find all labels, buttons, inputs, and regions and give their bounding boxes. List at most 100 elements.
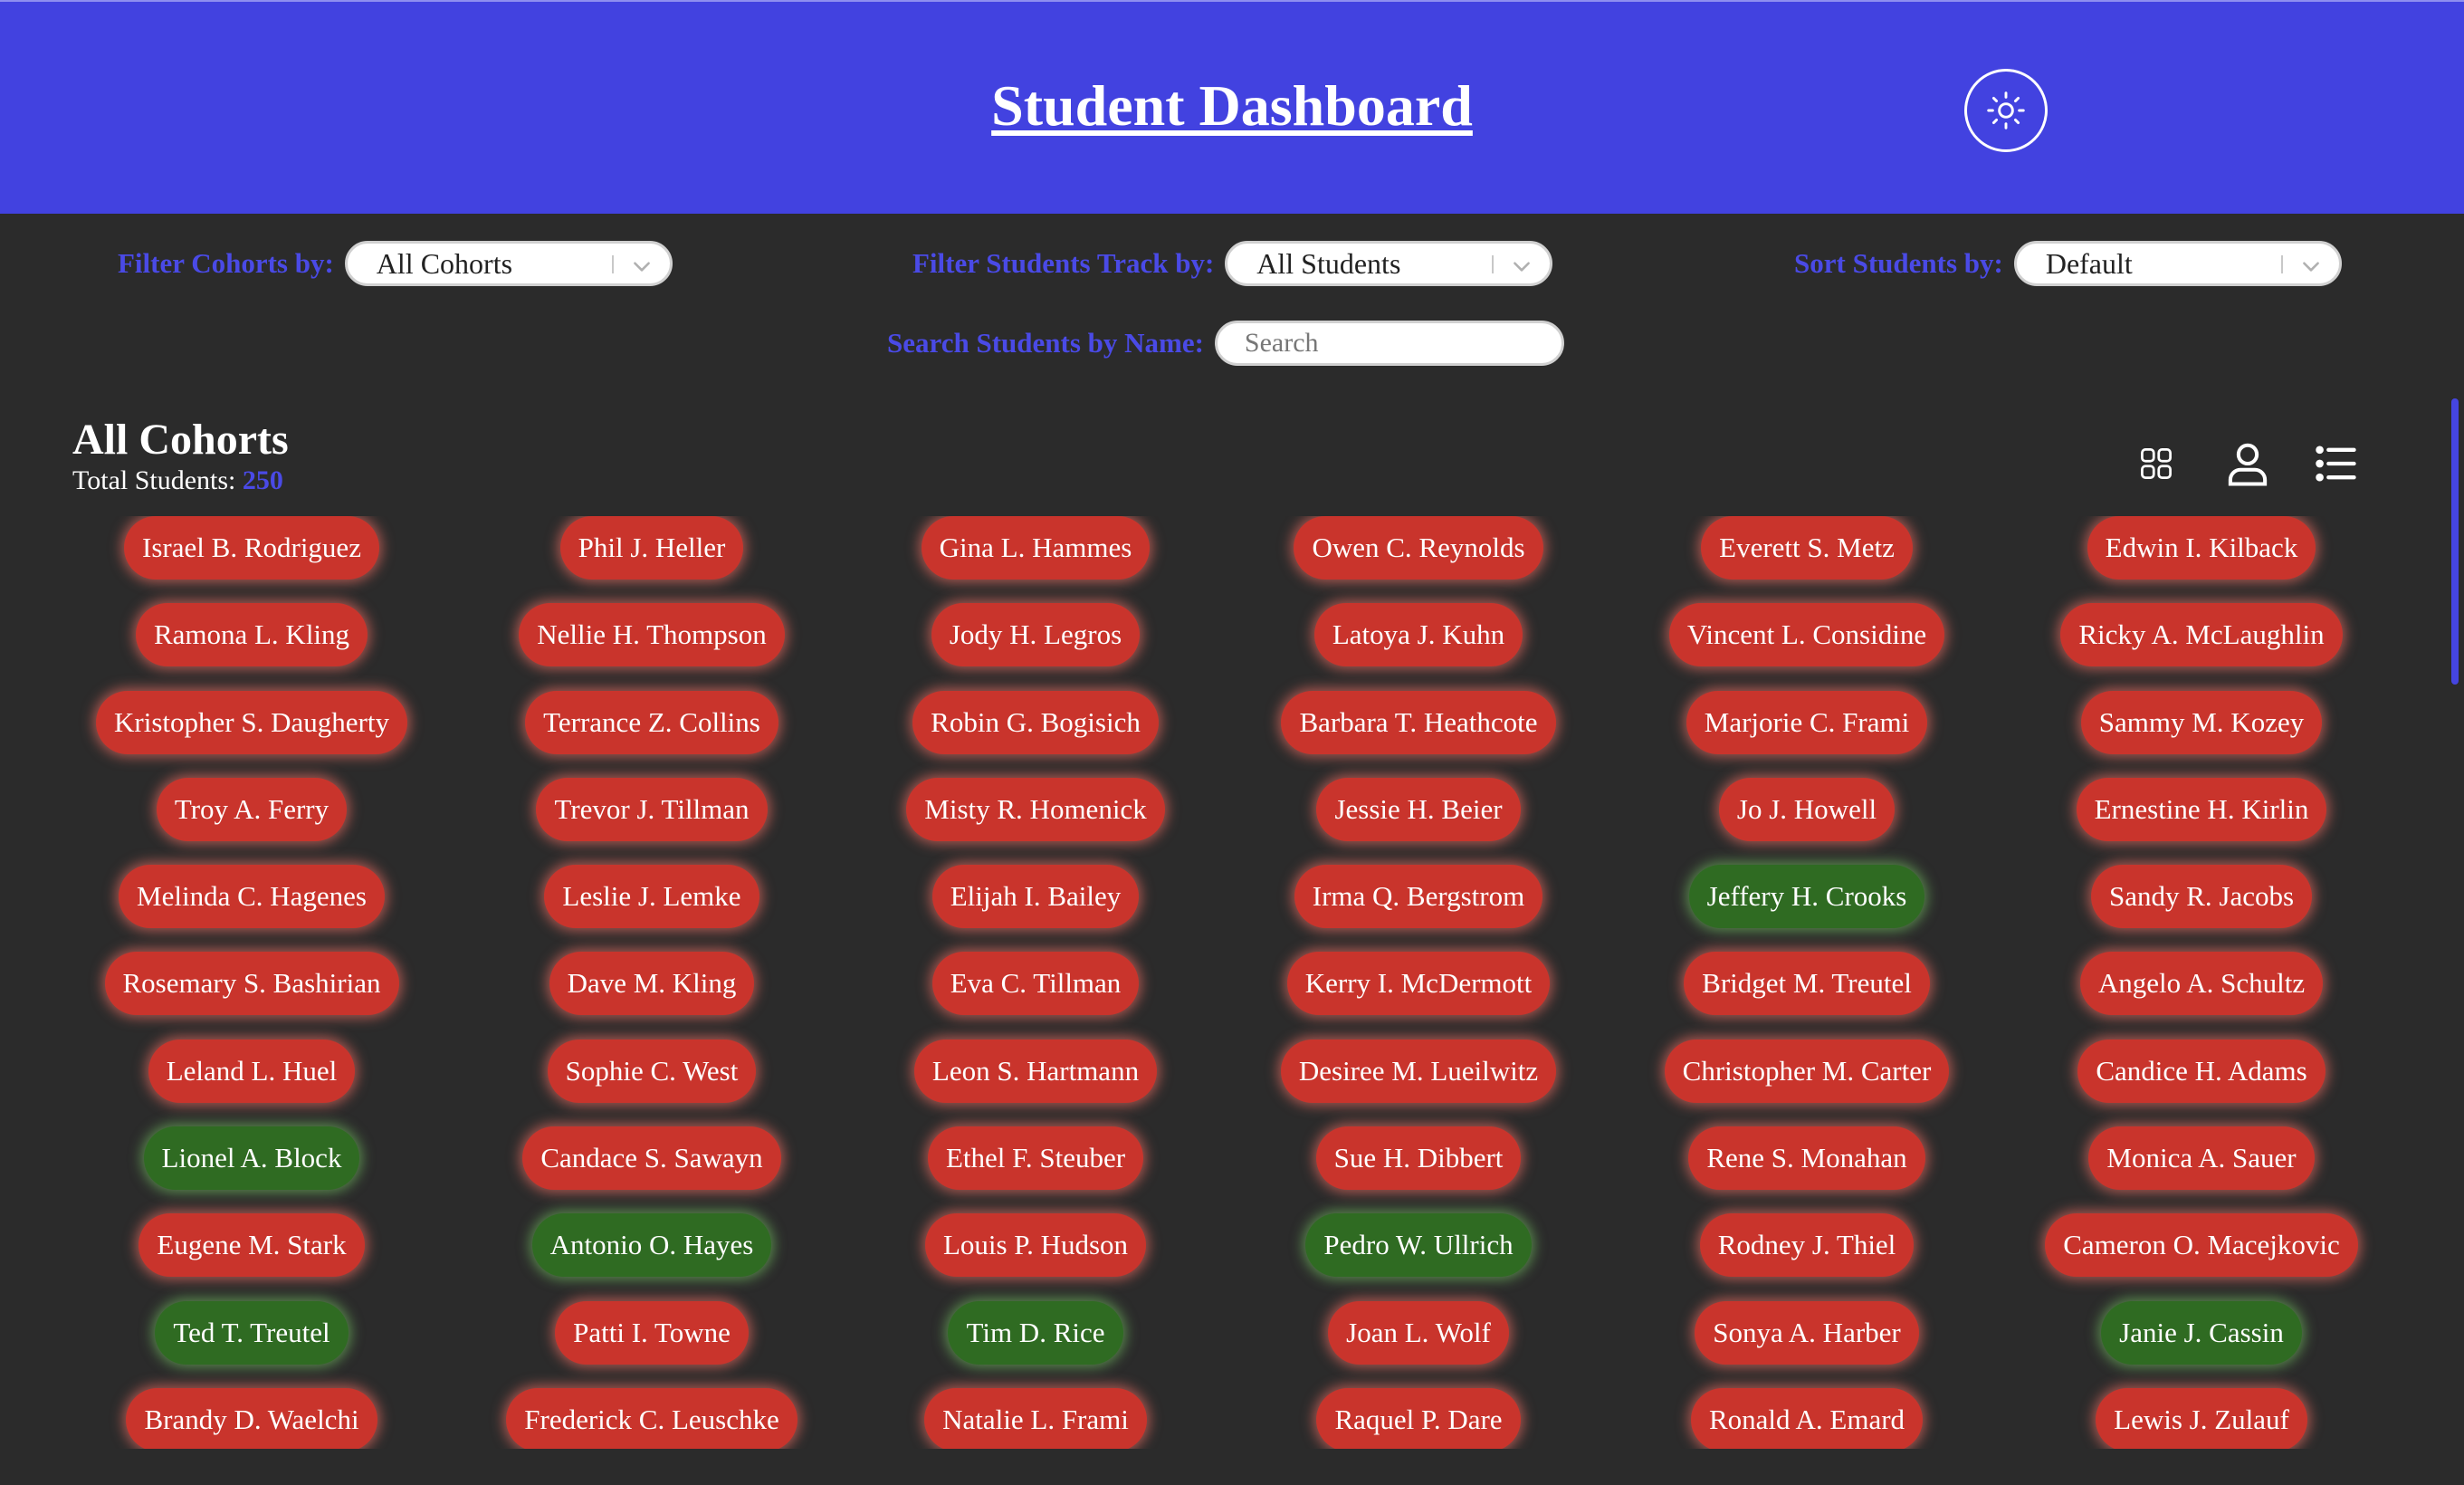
- cohort-summary: All Cohorts Total Students: 250: [72, 417, 289, 496]
- sort-control: Sort Students by: Default: [1794, 241, 2342, 286]
- sort-label: Sort Students by:: [1794, 247, 2003, 279]
- student-pill[interactable]: Ted T. Treutel: [155, 1300, 349, 1365]
- student-pill[interactable]: Leland L. Huel: [148, 1039, 356, 1103]
- student-pill[interactable]: Sonya A. Harber: [1695, 1300, 1919, 1365]
- student-pill[interactable]: Phil J. Heller: [559, 516, 744, 580]
- theme-toggle-button[interactable]: [1964, 69, 2048, 152]
- cohort-heading: All Cohorts: [72, 416, 289, 464]
- student-pill[interactable]: Jody H. Legros: [931, 603, 1141, 667]
- student-pill[interactable]: Jo J. Howell: [1718, 777, 1896, 841]
- student-pill[interactable]: Candice H. Adams: [2077, 1039, 2326, 1103]
- search-label: Search Students by Name:: [887, 327, 1204, 359]
- student-pill[interactable]: Tim D. Rice: [948, 1300, 1123, 1365]
- student-pill[interactable]: Monica A. Sauer: [2088, 1126, 2315, 1191]
- select-separator: [2280, 255, 2283, 273]
- student-pill[interactable]: Nellie H. Thompson: [519, 603, 785, 667]
- student-pill[interactable]: Dave M. Kling: [549, 952, 755, 1016]
- student-pill[interactable]: Brandy D. Waelchi: [126, 1387, 377, 1449]
- student-pill[interactable]: Louis P. Hudson: [924, 1213, 1147, 1278]
- student-pill[interactable]: Israel B. Rodriguez: [124, 516, 379, 580]
- search-control: Search Students by Name:: [887, 321, 1564, 366]
- grid-view-icon[interactable]: [2136, 444, 2176, 484]
- student-column: Everett S. Metz Vincent L. Considine Marjo…: [1599, 516, 2015, 1449]
- select-separator: [611, 255, 614, 273]
- chevron-down-icon: [633, 262, 650, 272]
- filter-controls: Filter Cohorts by: All Cohorts Filter St…: [0, 214, 2464, 395]
- student-pill[interactable]: Angelo A. Schultz: [2079, 952, 2324, 1016]
- student-pill[interactable]: Melinda C. Hagenes: [119, 865, 385, 929]
- student-pill[interactable]: Sue H. Dibbert: [1315, 1126, 1522, 1191]
- student-pill[interactable]: Rene S. Monahan: [1688, 1126, 1925, 1191]
- student-grid: Israel B. Rodriguez Ramona L. Kling Kristo…: [0, 516, 2464, 1449]
- sort-select[interactable]: Default: [2013, 241, 2342, 286]
- student-pill[interactable]: Sandy R. Jacobs: [2090, 865, 2313, 929]
- chevron-down-icon: [2302, 262, 2319, 272]
- student-pill[interactable]: Trevor J. Tillman: [536, 777, 768, 841]
- total-students-label: Total Students:: [72, 465, 243, 495]
- student-pill[interactable]: Elijah I. Bailey: [931, 865, 1140, 929]
- page-title: Student Dashboard: [991, 73, 1473, 138]
- student-pill[interactable]: Barbara T. Heathcote: [1281, 690, 1556, 754]
- track-filter-label: Filter Students Track by:: [912, 247, 1215, 279]
- student-pill[interactable]: Sophie C. West: [547, 1039, 757, 1103]
- profile-view-icon[interactable]: [2223, 438, 2272, 489]
- student-pill[interactable]: Ramona L. Kling: [135, 603, 368, 667]
- student-pill[interactable]: Antonio O. Hayes: [531, 1213, 772, 1278]
- cohort-filter-select[interactable]: All Cohorts: [344, 241, 673, 286]
- chevron-down-icon: [1514, 262, 1531, 272]
- student-pill[interactable]: Leslie J. Lemke: [544, 865, 759, 929]
- student-pill[interactable]: Vincent L. Considine: [1668, 603, 1945, 667]
- student-pill[interactable]: Ronald A. Emard: [1690, 1387, 1924, 1449]
- student-pill[interactable]: Robin G. Bogisich: [912, 690, 1159, 754]
- total-students-count: 250: [242, 465, 283, 495]
- track-filter: Filter Students Track by: All Students: [912, 241, 1553, 286]
- search-input[interactable]: [1214, 321, 1564, 366]
- student-pill[interactable]: Janie J. Cassin: [2101, 1300, 2302, 1365]
- student-pill[interactable]: Misty R. Homenick: [906, 777, 1165, 841]
- student-pill[interactable]: Eva C. Tillman: [931, 952, 1140, 1016]
- total-students: Total Students: 250: [72, 465, 289, 496]
- student-pill[interactable]: Joan L. Wolf: [1328, 1300, 1509, 1365]
- student-pill[interactable]: Everett S. Metz: [1701, 516, 1913, 580]
- student-pill[interactable]: Lionel A. Block: [143, 1126, 360, 1191]
- student-pill[interactable]: Latoya J. Kuhn: [1313, 603, 1523, 667]
- cohort-filter-label: Filter Cohorts by:: [118, 247, 334, 279]
- student-pill[interactable]: Owen C. Reynolds: [1294, 516, 1543, 580]
- student-pill[interactable]: Ricky A. McLaughlin: [2060, 603, 2343, 667]
- student-pill[interactable]: Troy A. Ferry: [156, 777, 348, 841]
- student-column: Israel B. Rodriguez Ramona L. Kling Kristo…: [43, 516, 460, 1449]
- student-pill[interactable]: Sammy M. Kozey: [2080, 690, 2323, 754]
- student-pill[interactable]: Marjorie C. Frami: [1686, 690, 1928, 754]
- student-pill[interactable]: Leon S. Hartmann: [913, 1039, 1158, 1103]
- student-pill[interactable]: Bridget M. Treutel: [1684, 952, 1930, 1016]
- list-view-icon[interactable]: [2312, 440, 2361, 487]
- student-pill[interactable]: Jeffery H. Crooks: [1688, 865, 1925, 929]
- student-pill[interactable]: Candace S. Sawayn: [522, 1126, 781, 1191]
- student-pill[interactable]: Pedro W. Ullrich: [1305, 1213, 1532, 1278]
- view-toggle-group: [2136, 438, 2372, 489]
- student-pill[interactable]: Natalie L. Frami: [924, 1387, 1147, 1449]
- student-pill[interactable]: Terrance Z. Collins: [525, 690, 778, 754]
- student-pill[interactable]: Cameron O. Macejkovic: [2045, 1213, 2358, 1278]
- student-pill[interactable]: Jessie H. Beier: [1316, 777, 1521, 841]
- student-pill[interactable]: Raquel P. Dare: [1316, 1387, 1521, 1449]
- student-pill[interactable]: Ernestine H. Kirlin: [2076, 777, 2327, 841]
- student-pill[interactable]: Frederick C. Leuschke: [506, 1387, 797, 1449]
- student-pill[interactable]: Gina L. Hammes: [921, 516, 1151, 580]
- student-pill[interactable]: Patti I. Towne: [555, 1300, 749, 1365]
- student-pill[interactable]: Rosemary S. Bashirian: [104, 952, 399, 1016]
- student-pill[interactable]: Eugene M. Stark: [138, 1213, 365, 1278]
- student-pill[interactable]: Christopher M. Carter: [1664, 1039, 1950, 1103]
- student-pill[interactable]: Kerry I. McDermott: [1286, 952, 1551, 1016]
- student-pill[interactable]: Lewis J. Zulauf: [2096, 1387, 2307, 1449]
- student-pill[interactable]: Desiree M. Lueilwitz: [1280, 1039, 1557, 1103]
- student-pill[interactable]: Kristopher S. Daugherty: [96, 690, 407, 754]
- student-pill[interactable]: Ethel F. Steuber: [927, 1126, 1144, 1191]
- student-pill[interactable]: Irma Q. Bergstrom: [1294, 865, 1543, 929]
- student-pill[interactable]: Rodney J. Thiel: [1699, 1213, 1915, 1278]
- header-bar: Student Dashboard: [0, 0, 2464, 214]
- track-filter-select[interactable]: All Students: [1225, 241, 1553, 286]
- select-separator: [1492, 255, 1495, 273]
- student-pill[interactable]: Edwin I. Kilback: [2087, 516, 2316, 580]
- cohort-filter-value: All Cohorts: [376, 246, 513, 280]
